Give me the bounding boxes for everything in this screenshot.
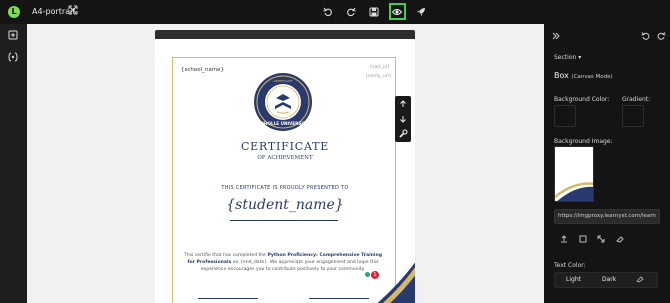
expand-icon[interactable] (68, 5, 78, 17)
move-down-icon[interactable] (398, 114, 408, 124)
student-name-placeholder: {student_name} (226, 197, 344, 213)
theme-light-option[interactable]: Light (566, 276, 581, 283)
signature-line-right (309, 298, 369, 299)
certificate-page[interactable]: {school_name} {cert_id} {verify_url} BOH… (155, 39, 415, 303)
section-label[interactable]: Section ▾ (554, 54, 581, 61)
resize-icon[interactable] (595, 234, 607, 246)
upload-icon[interactable] (558, 234, 570, 246)
wrench-icon[interactable] (398, 129, 408, 139)
location-pin-icon (365, 272, 370, 277)
eraser-icon[interactable] (614, 234, 626, 246)
bg-image-label: Background Image: (554, 138, 613, 145)
student-name-underline (230, 220, 338, 221)
variables-icon[interactable] (8, 52, 18, 62)
text-color-toggle: Light Dark (554, 272, 658, 288)
auto-theme-icon[interactable] (636, 275, 644, 285)
left-sidebar (0, 24, 27, 303)
bg-image-url-input[interactable]: https://imgproxy.learnyst.com/learn (554, 209, 660, 224)
thumbnail-ornament (555, 182, 593, 201)
move-up-icon[interactable] (398, 99, 408, 109)
app-logo[interactable]: L (8, 6, 20, 18)
chevron-down-icon: ▾ (578, 54, 582, 61)
school-name-placeholder: {school_name} (181, 67, 224, 73)
undo-button[interactable] (320, 4, 336, 20)
body-text-intro: This certifie that has completed the (183, 253, 268, 258)
certificate-title: CERTIFICATE (240, 140, 330, 153)
crop-icon[interactable] (577, 234, 589, 246)
text-color-label: Text Color: (554, 262, 586, 269)
add-element-icon[interactable] (8, 30, 18, 40)
box-title-main: Box (554, 71, 569, 80)
seal-top-text: CERTIFICATE (274, 79, 293, 83)
panel-redo-icon[interactable] (653, 28, 669, 44)
gradient-swatch[interactable] (622, 105, 644, 127)
preview-eye-icon[interactable] (389, 4, 405, 20)
certificate-body-text: This certifie that has completed the Pyt… (183, 252, 383, 273)
page-header-bar (155, 30, 415, 39)
section-label-text: Section (554, 54, 577, 61)
bg-color-label: Background Color: (554, 96, 610, 103)
presented-to-text: THIS CERTIFICATE IS PROUDLY PRESENTED TO (221, 185, 349, 191)
element-floating-toolbar (395, 96, 411, 142)
verify-url-placeholder: {verify_url} (365, 74, 392, 79)
university-seal: BOHOLLE UNIVERSITY CERTIFICATE (254, 73, 312, 131)
seal-text: BOHOLLE UNIVERSITY (257, 121, 310, 126)
cert-id-placeholder: {cert_id} (369, 65, 390, 70)
panel-undo-icon[interactable] (638, 28, 654, 44)
notification-badge[interactable]: 1 (371, 271, 379, 279)
gradient-label: Gradient: (622, 96, 651, 103)
redo-button[interactable] (343, 4, 359, 20)
theme-dark-option[interactable]: Dark (602, 276, 616, 283)
box-mode: (Canvas Mode) (571, 74, 613, 80)
signature-line-left (198, 298, 258, 299)
collapse-panel-icon[interactable] (548, 28, 564, 44)
certificate-subtitle: OF ACHIEVEMENT (257, 155, 313, 161)
bg-image-thumbnail[interactable] (554, 146, 594, 202)
publish-rocket-icon[interactable] (413, 4, 429, 20)
save-icon[interactable] (366, 4, 382, 20)
bg-color-swatch[interactable] (554, 105, 576, 127)
box-title: Box (Canvas Mode) (554, 71, 613, 80)
